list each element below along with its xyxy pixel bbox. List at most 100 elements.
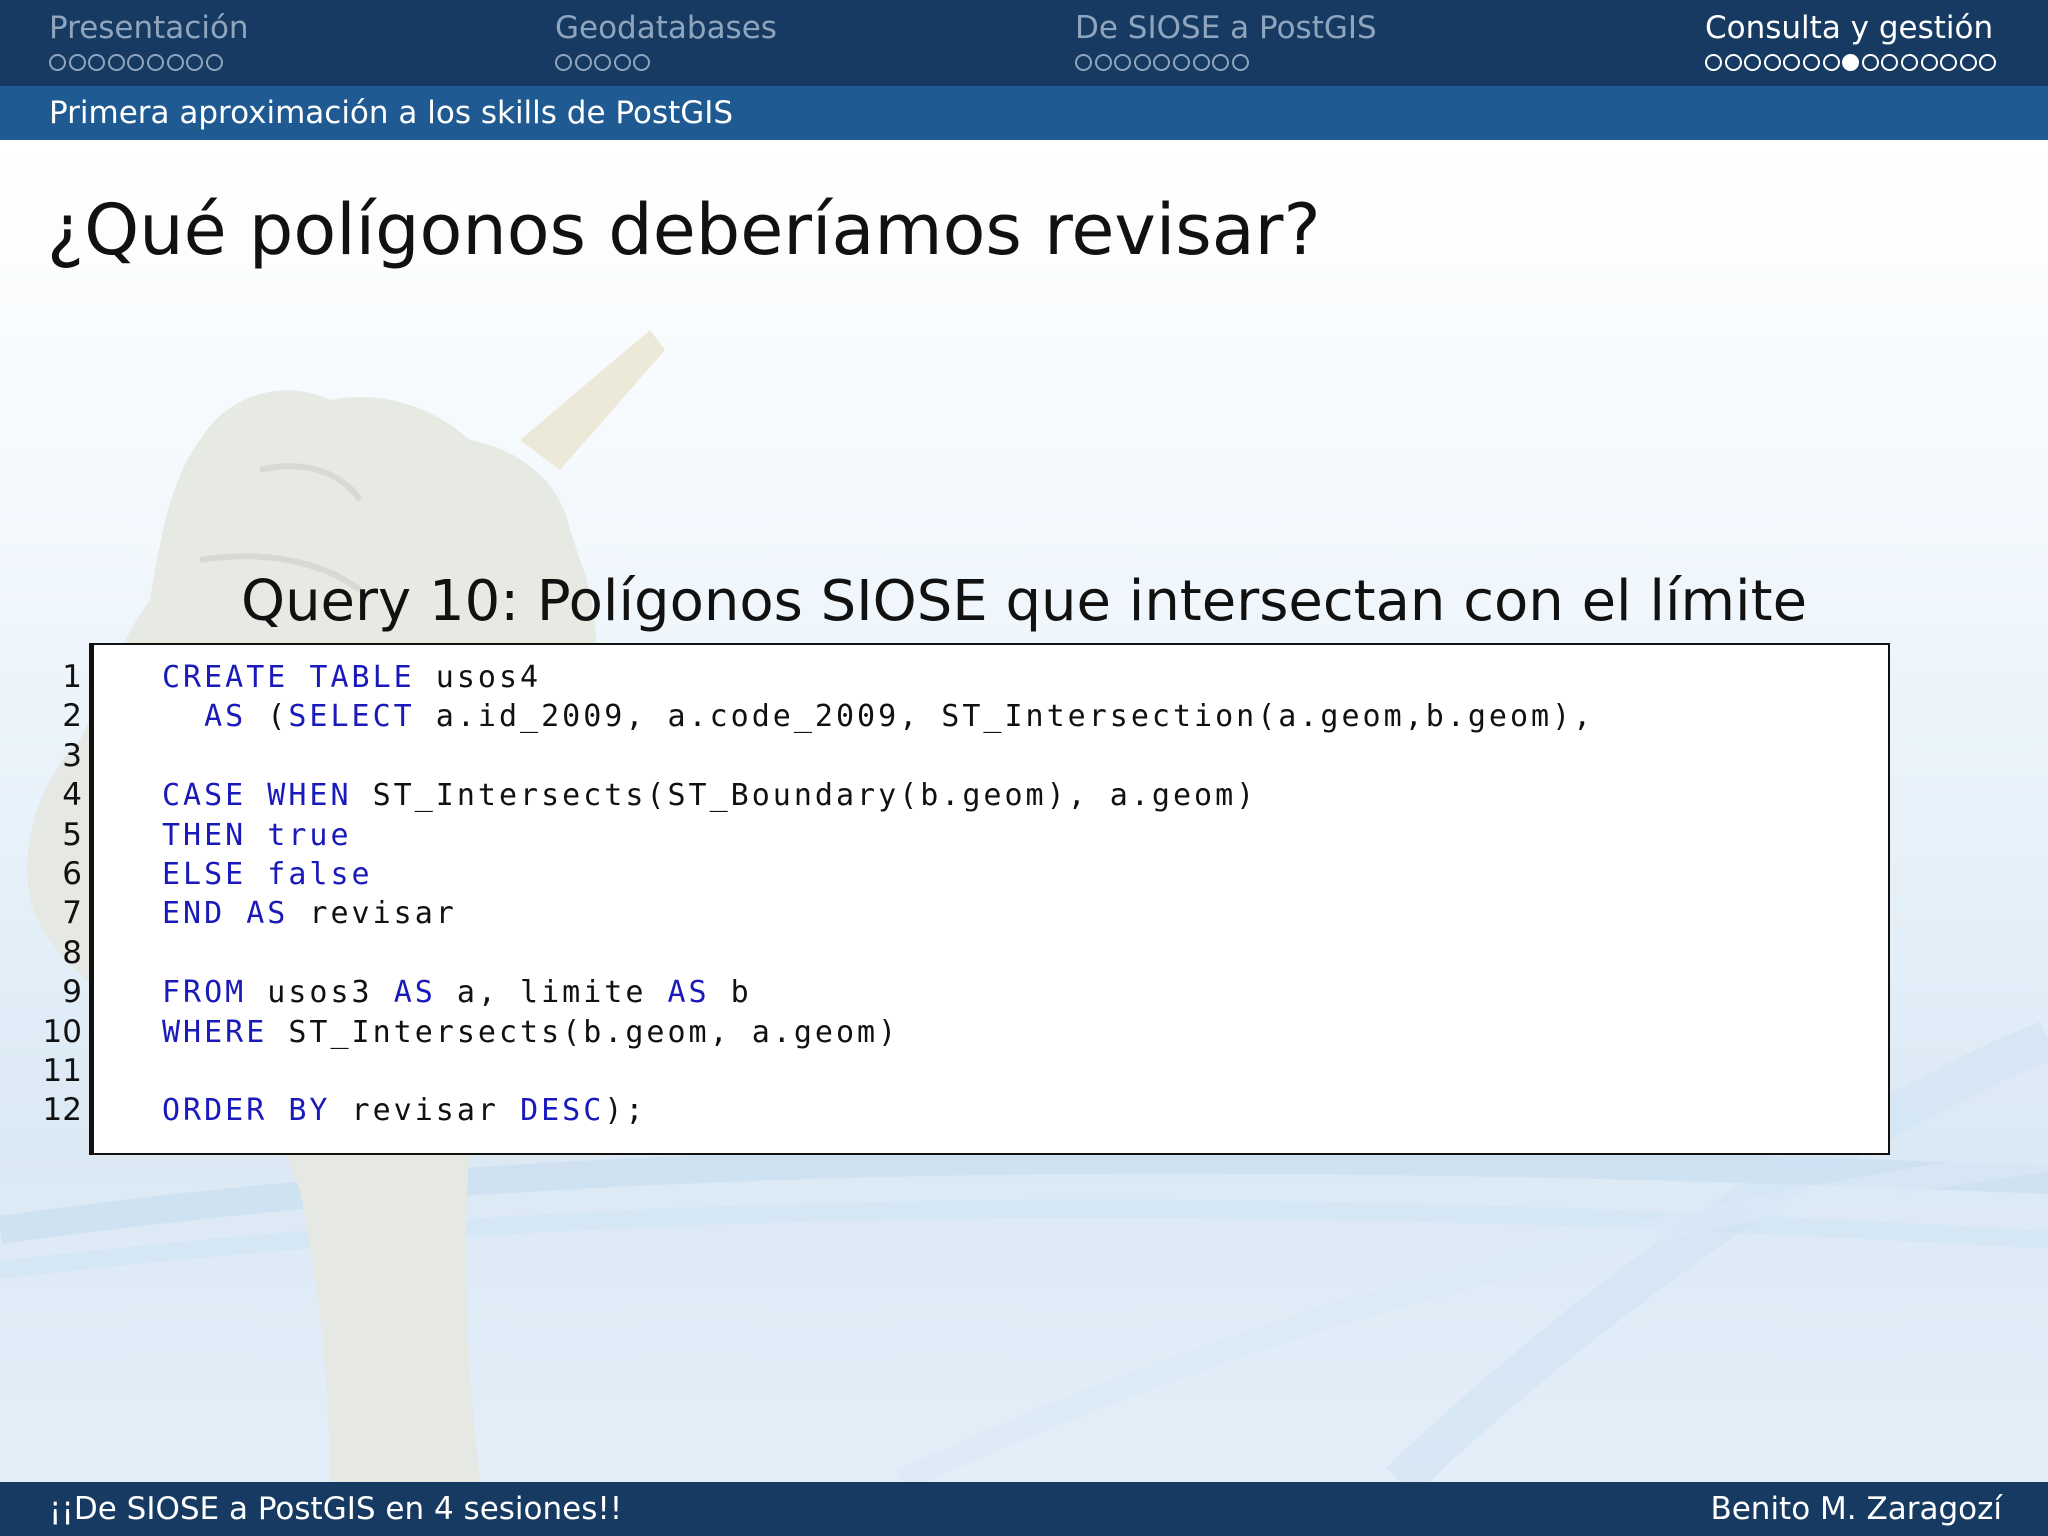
code-line: FROM usos3 AS a, limite AS b (162, 973, 1594, 1012)
code-line: END AS revisar (162, 894, 1594, 933)
frame-dot[interactable] (1192, 54, 1210, 71)
frame-dot[interactable] (1133, 54, 1151, 71)
nav-section-title[interactable]: Presentación (49, 8, 249, 48)
frame-dot[interactable] (1900, 54, 1918, 71)
footer-presentation-title: ¡¡De SIOSE a PostGIS en 4 sesiones!! (49, 1491, 623, 1527)
sql-keyword: CASE WHEN (162, 778, 352, 814)
line-number: 4 (62, 777, 82, 814)
frame-dot[interactable] (1940, 54, 1958, 71)
code-block-title: Query 10: Polígonos SIOSE que intersecta… (240, 569, 1808, 634)
frame-dot[interactable] (205, 54, 223, 71)
frame-dot[interactable] (594, 54, 612, 71)
sql-keyword: AS (162, 699, 247, 735)
code-line: ELSE false (162, 855, 1594, 894)
code-line: CASE WHEN ST_Intersects(ST_Boundary(b.ge… (162, 776, 1594, 815)
frame-dot[interactable] (166, 54, 184, 71)
nav-section-title[interactable]: De SIOSE a PostGIS (1075, 8, 1377, 48)
nav-section-title[interactable]: Geodatabases (555, 8, 777, 48)
frame-dot[interactable] (1724, 54, 1742, 71)
code-text: ( (246, 699, 289, 735)
frame-dot[interactable] (127, 54, 145, 71)
frame-dot[interactable] (1861, 54, 1879, 71)
sql-keyword: AS (393, 975, 436, 1011)
sql-keyword: ELSE false (162, 856, 373, 892)
frame-dot[interactable] (1979, 54, 1997, 71)
current-frame-dot[interactable] (1842, 54, 1860, 71)
line-number: 12 (42, 1092, 82, 1129)
sql-keyword: END AS (162, 896, 289, 932)
code-text: revisar (330, 1093, 521, 1129)
nav-section-presentacion[interactable]: Presentación (49, 8, 249, 76)
frame-dot[interactable] (1114, 54, 1132, 71)
code-text: b (709, 975, 752, 1011)
sql-keyword: WHERE (162, 1014, 268, 1050)
nav-progress-dots (49, 52, 249, 76)
line-number: 1 (62, 659, 82, 695)
code-text: a.id_2009, a.code_2009, ST_Intersection(… (414, 699, 1595, 735)
sql-keyword: SELECT (288, 699, 415, 735)
frame-dot[interactable] (1920, 54, 1938, 71)
frame-dot[interactable] (1212, 54, 1230, 71)
frame-dot[interactable] (1075, 54, 1092, 71)
frame-dot[interactable] (1231, 54, 1249, 71)
frame-dot[interactable] (555, 54, 572, 71)
code-text: ); (604, 1093, 647, 1129)
line-number: 3 (62, 737, 82, 774)
frame-dot[interactable] (1822, 54, 1840, 71)
sql-keyword: ORDER BY (162, 1093, 331, 1129)
frame-dot[interactable] (107, 54, 125, 71)
line-number: 2 (62, 698, 82, 735)
line-number: 8 (62, 934, 82, 971)
code-listing: CREATE TABLE usos4 AS (SELECT a.id_2009,… (162, 658, 1594, 1131)
line-number: 7 (62, 895, 82, 932)
frame-dot[interactable] (1172, 54, 1190, 71)
code-line: CREATE TABLE usos4 (162, 658, 1594, 697)
line-numbers: 1 2 3 4 5 6 7 8 9 10 11 12 (20, 658, 82, 1131)
frame-dot[interactable] (1094, 54, 1112, 71)
frame-dot[interactable] (68, 54, 86, 71)
code-line: THEN true (162, 816, 1594, 855)
frame-dot[interactable] (613, 54, 631, 71)
frame-dot[interactable] (1881, 54, 1899, 71)
nav-section-de-siose-a-postgis[interactable]: De SIOSE a PostGIS (1075, 8, 1377, 76)
frame-dot[interactable] (186, 54, 204, 71)
frame-dot[interactable] (1802, 54, 1820, 71)
line-number: 6 (62, 855, 82, 892)
code-line: WHERE ST_Intersects(b.geom, a.geom) (162, 1013, 1594, 1052)
slide-title: ¿Qué polígonos deberíamos revisar? (47, 189, 1321, 271)
frame-dot[interactable] (1763, 54, 1781, 71)
frame-dot[interactable] (633, 54, 651, 71)
sql-keyword: DESC (520, 1093, 605, 1129)
nav-section-geodatabases[interactable]: Geodatabases (555, 8, 777, 76)
code-text: usos4 (414, 660, 542, 695)
sql-keyword: FROM (162, 975, 247, 1011)
subsection-bar: Primera aproximación a los skills de Pos… (0, 86, 2048, 140)
frame-dot[interactable] (49, 54, 66, 71)
code-text: ST_Intersects(ST_Boundary(b.geom), a.geo… (351, 778, 1258, 814)
line-number: 5 (62, 816, 82, 853)
nav-section-title[interactable]: Consulta y gestión (1705, 8, 1999, 48)
frame-dot[interactable] (1959, 54, 1977, 71)
frame-dot[interactable] (88, 54, 106, 71)
frame-dot[interactable] (146, 54, 164, 71)
code-text: revisar (288, 896, 457, 932)
nav-progress-dots (1705, 52, 1999, 76)
frame-dot[interactable] (1744, 54, 1762, 71)
line-number: 9 (62, 974, 82, 1011)
code-text: a, limite (435, 975, 668, 1011)
frame-dot[interactable] (1783, 54, 1801, 71)
code-line: ORDER BY revisar DESC); (162, 1091, 1594, 1130)
code-line: AS (SELECT a.id_2009, a.code_2009, ST_In… (162, 697, 1594, 736)
footer-author: Benito M. Zaragozí (1710, 1491, 2002, 1527)
frame-dot[interactable] (1153, 54, 1171, 71)
line-number: 11 (42, 1052, 82, 1089)
nav-progress-dots (1075, 52, 1377, 76)
frame-dot[interactable] (574, 54, 592, 71)
nav-section-consulta-y-gestion[interactable]: Consulta y gestión (1705, 8, 1999, 76)
frame-dot[interactable] (1705, 54, 1722, 71)
code-text: ST_Intersects(b.geom, a.geom) (267, 1014, 900, 1050)
line-number: 10 (42, 1013, 82, 1050)
footer-bar: ¡¡De SIOSE a PostGIS en 4 sesiones!! Ben… (0, 1482, 2048, 1536)
